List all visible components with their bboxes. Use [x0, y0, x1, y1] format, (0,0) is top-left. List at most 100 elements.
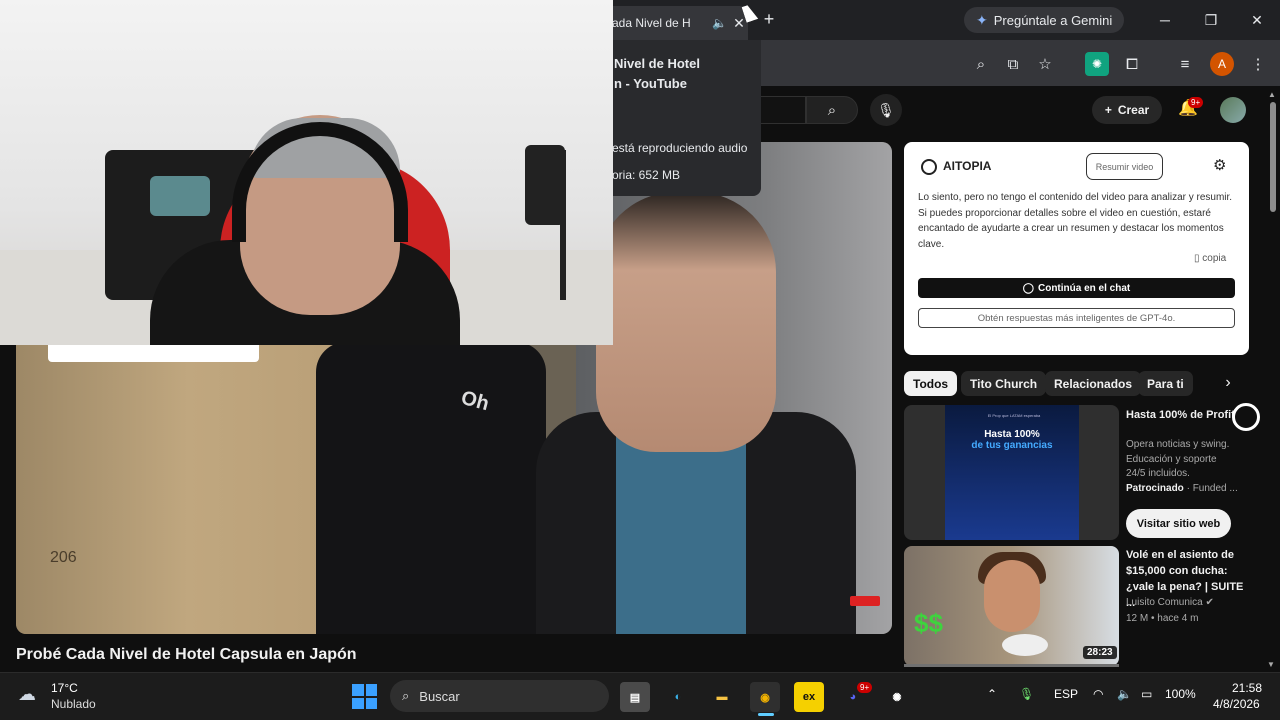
zoom-icon[interactable]: ⌕ — [969, 52, 993, 76]
bookmark-star-icon[interactable]: ☆ — [1033, 52, 1057, 76]
weather-condition[interactable]: Nublado — [51, 697, 96, 711]
rec-thumb-face — [984, 560, 1040, 632]
tab-title: ada Nivel de H — [612, 16, 691, 30]
page-scrollbar-thumb[interactable] — [1270, 102, 1276, 212]
visit-site-button[interactable]: Visitar sitio web — [1126, 509, 1231, 538]
rec-watch-progress — [904, 664, 1119, 667]
browser-menu-icon[interactable]: ⋮ — [1246, 52, 1270, 76]
chrome-active-indicator — [758, 713, 774, 716]
webcam-clothes — [525, 145, 565, 225]
chrome-browser-icon[interactable]: ◉ — [750, 682, 780, 712]
ad-thumbnail-headline-a: Hasta 100% — [984, 429, 1040, 440]
create-label: Crear — [1117, 103, 1150, 117]
ad-advertiser: Funded ... — [1192, 483, 1238, 494]
youtube-search-input[interactable] — [760, 96, 806, 124]
search-icon: ⌕ — [402, 688, 410, 703]
copy-button[interactable]: ▯ copia — [1194, 253, 1226, 264]
task-view-icon[interactable]: ▤ — [620, 682, 650, 712]
battery-percent[interactable]: 100% — [1165, 687, 1196, 701]
media-control-icon[interactable]: ≡ — [1173, 52, 1197, 76]
summarize-video-button[interactable]: Resumir video — [1086, 153, 1163, 180]
webcam-blanket — [150, 176, 210, 216]
rec-channel-line[interactable]: Luisito Comunica ✔ — [1126, 597, 1214, 608]
youtube-avatar[interactable] — [1220, 97, 1246, 123]
windows-logo-tile-2 — [365, 684, 377, 696]
cloud-icon[interactable]: ☁ — [18, 684, 44, 704]
volume-icon[interactable]: 🔈 — [1117, 687, 1132, 701]
rec-age: hace 4 m — [1157, 613, 1199, 624]
rec-video-duration: 28:23 — [1083, 646, 1117, 659]
scroll-up-arrow-icon[interactable]: ▲ — [1268, 90, 1276, 99]
ad-thumbnail-headline-b: de tus ganancias — [971, 440, 1053, 451]
microphone-tray-icon[interactable]: 🎙 — [1019, 687, 1034, 701]
webcam-rack — [560, 150, 566, 300]
battery-icon[interactable]: ▭ — [1141, 687, 1152, 701]
verified-icon: ✔ — [1205, 597, 1214, 608]
create-button[interactable]: + Crear — [1092, 96, 1162, 124]
chip-todos[interactable]: Todos — [904, 371, 958, 396]
ad-thumbnail-headline: Hasta 100% de tus ganancias — [952, 429, 1072, 451]
video-frame-hoodie — [316, 342, 546, 634]
notifications-badge: 9+ — [1188, 97, 1204, 108]
video-title: Probé Cada Nivel de Hotel Capsula en Jap… — [16, 646, 357, 663]
wifi-icon[interactable]: ◠ — [1093, 687, 1103, 701]
clock-time[interactable]: 21:58 — [1232, 681, 1262, 695]
hover-card-audio-status: está reproduciendo audio — [612, 141, 748, 155]
restore-button[interactable]: ❐ — [1188, 0, 1234, 40]
youtube-watermark-icon — [850, 596, 880, 606]
ad-sponsored-line: Patrocinado · Funded ... — [1126, 483, 1238, 494]
edge-browser-icon[interactable]: ◐ — [663, 682, 693, 712]
voice-search-button[interactable]: 🎙 — [870, 94, 902, 126]
chatgpt-app-icon[interactable]: ✺ — [882, 682, 912, 712]
windows-logo-tile-4 — [365, 697, 377, 709]
ad-title[interactable]: Hasta 100% de Profit — [1126, 407, 1236, 423]
gemini-sparkle-icon: ✦ — [976, 11, 988, 28]
taskbar-search[interactable]: ⌕ Buscar — [390, 680, 609, 712]
browser-tab-active[interactable]: ada Nivel de H 🔈 ✕ — [600, 6, 748, 40]
chevron-right-icon[interactable]: › — [1218, 374, 1238, 394]
rec-channel-name: Luisito Comunica — [1126, 597, 1203, 608]
webcam-overlay — [0, 0, 613, 345]
scroll-down-arrow-icon[interactable]: ▼ — [1267, 660, 1275, 669]
profile-avatar[interactable]: A — [1210, 52, 1234, 76]
extensions-puzzle-icon[interactable]: ⧠ — [1120, 52, 1144, 76]
gpt-upsell-button[interactable]: Obtén respuestas más inteligentes de GPT… — [918, 308, 1235, 328]
rec-thumb-plate — [1002, 634, 1048, 656]
ad-description: Opera noticias y swing. Educación y sopo… — [1126, 439, 1230, 479]
chatgpt-float-icon[interactable] — [1232, 403, 1260, 431]
youtube-search-button[interactable]: ⌕ — [806, 96, 858, 124]
chip-para-ti[interactable]: Para ti — [1138, 371, 1193, 396]
chip-tito-church[interactable]: Tito Church — [961, 371, 1047, 396]
file-explorer-icon[interactable]: ▬ — [707, 682, 737, 712]
close-window-button[interactable]: ✕ — [1234, 0, 1280, 40]
exness-app-icon[interactable]: ex — [794, 682, 824, 712]
weather-temperature[interactable]: 17°C — [51, 681, 78, 695]
gear-icon[interactable]: ⚙ — [1213, 156, 1226, 174]
chatgpt-extension-icon[interactable]: ✺ — [1085, 52, 1109, 76]
hover-card-title-2: n - YouTube — [614, 76, 687, 91]
hover-card-title-1: Nivel de Hotel — [614, 56, 700, 71]
video-locker-number: 206 — [50, 549, 77, 566]
aitopia-panel: AITOPIA Resumir video ⚙ Lo siento, pero … — [904, 142, 1249, 355]
language-indicator[interactable]: ESP — [1054, 687, 1078, 701]
chip-relacionados[interactable]: Relacionados — [1045, 371, 1142, 396]
ad-thumbnail[interactable]: El Prop que LATAM esperaba Hasta 100% de… — [904, 405, 1119, 540]
install-app-icon[interactable]: ⧉ — [1001, 52, 1025, 76]
rec-views: 12 M — [1126, 613, 1149, 624]
webcam-white-bar — [48, 345, 259, 362]
chat-bubble-icon: ◯ — [1022, 282, 1034, 294]
microphone-icon: 🎙 — [877, 101, 895, 118]
start-button[interactable] — [352, 684, 377, 709]
chevron-up-icon[interactable]: ⌃ — [987, 687, 997, 701]
minimize-button[interactable]: ─ — [1142, 0, 1188, 40]
ad-sponsored-label: Patrocinado — [1126, 483, 1184, 494]
continue-chat-button[interactable]: ◯ Continúa en el chat — [918, 278, 1235, 298]
clock-date[interactable]: 4/8/2026 — [1213, 697, 1260, 711]
copy-label: copia — [1202, 253, 1227, 264]
gemini-button[interactable]: ✦ Pregúntale a Gemini — [964, 7, 1125, 33]
aitopia-message: Lo siento, pero no tengo el contenido de… — [918, 192, 1233, 250]
speaker-icon[interactable]: 🔈 — [712, 16, 730, 30]
ad-thumbnail-art — [945, 405, 1079, 540]
new-tab-button[interactable]: + — [758, 8, 780, 30]
plus-icon: + — [1104, 103, 1112, 117]
